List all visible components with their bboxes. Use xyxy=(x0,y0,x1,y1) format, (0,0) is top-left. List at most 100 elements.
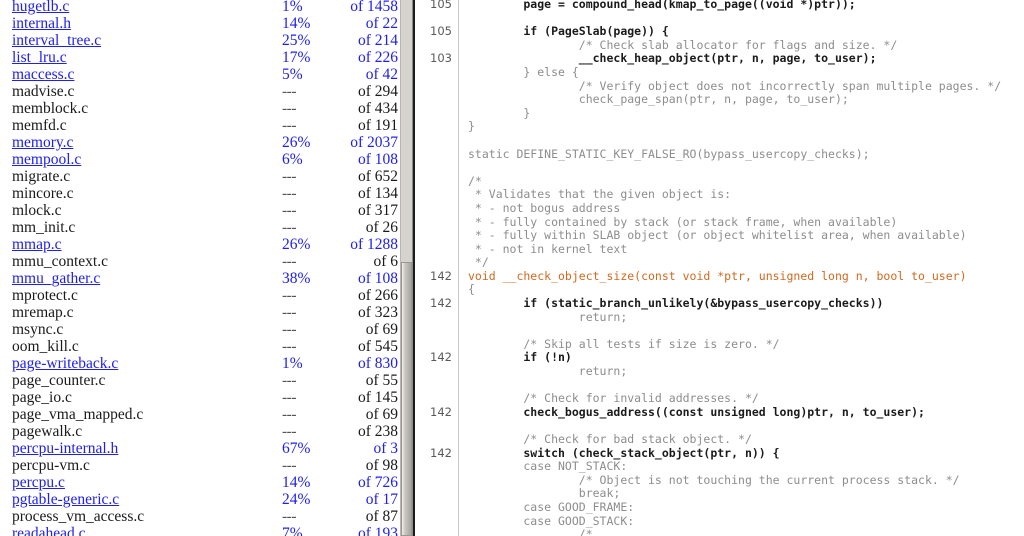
coverage-percent-cell: --- xyxy=(282,117,330,134)
file-link[interactable]: percpu-internal.h xyxy=(12,440,118,457)
file-link[interactable]: internal.h xyxy=(12,15,71,32)
line-hit-count xyxy=(423,515,459,529)
coverage-none-marker: --- xyxy=(282,389,296,406)
line-hit-count xyxy=(423,107,459,121)
file-link[interactable]: memory.c xyxy=(12,134,73,151)
file-list-row: readahead.c 7% of 193 xyxy=(0,525,400,536)
line-hit-count xyxy=(423,134,459,148)
line-hit-count xyxy=(423,243,459,257)
coverage-percent: 14% xyxy=(282,474,310,491)
line-hit-count xyxy=(423,202,459,216)
file-list-row: mmu_context.c---of 6 xyxy=(0,253,400,270)
source-line-text: /* Check slab allocator for flags and si… xyxy=(459,39,1024,53)
file-link[interactable]: mempool.c xyxy=(12,151,81,168)
source-line-row: { xyxy=(423,283,1024,297)
coverage-percent: 7% xyxy=(282,525,303,536)
coverage-none-marker: --- xyxy=(282,406,296,423)
source-line-row: } xyxy=(423,107,1024,121)
source-line-row: } else { xyxy=(423,66,1024,80)
source-line-text xyxy=(459,161,1024,175)
file-name-cell: memory.c xyxy=(0,134,282,151)
file-list-scrollbar-thumb[interactable] xyxy=(401,262,412,536)
line-hit-count xyxy=(423,365,459,379)
file-link[interactable]: page-writeback.c xyxy=(12,355,118,372)
file-list-row: interval_tree.c25%of 214 xyxy=(0,32,400,49)
total-lines: of 22 xyxy=(366,15,398,32)
file-name-cell: memfd.c xyxy=(0,117,282,134)
source-line-text: } xyxy=(459,107,1024,121)
source-line-row: case NOT_STACK: xyxy=(423,460,1024,474)
file-name-cell: hugetlb.c xyxy=(0,0,282,15)
file-name-static: migrate.c xyxy=(12,168,70,185)
total-lines: of 17 xyxy=(366,491,398,508)
line-hit-count xyxy=(423,460,459,474)
source-line-row: check_page_span(ptr, n, page, to_user); xyxy=(423,93,1024,107)
total-lines-cell: of 214 xyxy=(330,32,400,49)
source-line-text: check_bogus_address((const unsigned long… xyxy=(459,406,1024,420)
coverage-percent-cell: --- xyxy=(282,457,330,474)
file-list-row: mlock.c---of 317 xyxy=(0,202,400,219)
file-link[interactable]: pgtable-generic.c xyxy=(12,491,119,508)
file-link[interactable]: list_lru.c xyxy=(12,49,67,66)
source-line-row: /* Skip all tests if size is zero. */ xyxy=(423,338,1024,352)
total-lines-cell: of 3 xyxy=(330,440,400,457)
line-hit-count xyxy=(423,256,459,270)
total-lines: of 193 xyxy=(358,525,398,536)
file-list-scrollbar[interactable] xyxy=(400,0,413,536)
source-line-row xyxy=(423,419,1024,433)
line-hit-count xyxy=(423,311,459,325)
line-hit-count xyxy=(423,433,459,447)
coverage-percent-cell: --- xyxy=(282,423,330,440)
file-name-cell: mprotect.c xyxy=(0,287,282,304)
source-line-text xyxy=(459,134,1024,148)
file-link[interactable]: readahead.c xyxy=(12,525,86,536)
total-lines-cell: of 191 xyxy=(330,117,400,134)
file-list-row: maccess.c5%of 42 xyxy=(0,66,400,83)
file-link[interactable]: interval_tree.c xyxy=(12,32,101,49)
coverage-percent-cell: 26% xyxy=(282,236,330,253)
file-link[interactable]: percpu.c xyxy=(12,474,65,491)
coverage-percent: 24% xyxy=(282,491,310,508)
line-hit-count xyxy=(423,148,459,162)
source-line-row: /* Object is not touching the current pr… xyxy=(423,474,1024,488)
coverage-percent-cell: --- xyxy=(282,168,330,185)
coverage-percent: 38% xyxy=(282,270,310,287)
line-hit-count xyxy=(423,120,459,134)
source-line-row: break; xyxy=(423,487,1024,501)
total-lines: of 238 xyxy=(358,423,398,440)
source-line-text: __check_heap_object(ptr, n, page, to_use… xyxy=(459,52,1024,66)
file-name-static: process_vm_access.c xyxy=(12,508,144,525)
total-lines-cell: of 1458 xyxy=(330,0,400,15)
coverage-none-marker: --- xyxy=(282,100,296,117)
file-link[interactable]: maccess.c xyxy=(12,66,74,83)
file-name-cell: percpu.c xyxy=(0,474,282,491)
total-lines: of 2037 xyxy=(350,134,398,151)
source-line-row: case GOOD_STACK: xyxy=(423,515,1024,529)
file-link[interactable]: hugetlb.c xyxy=(12,0,69,15)
total-lines: of 3 xyxy=(373,440,398,457)
total-lines-cell: of 22 xyxy=(330,15,400,32)
line-hit-count xyxy=(423,161,459,175)
file-link[interactable]: mmu_gather.c xyxy=(12,270,100,287)
source-line-text xyxy=(459,379,1024,393)
file-list-row: memblock.c---of 434 xyxy=(0,100,400,117)
total-lines-cell: of 434 xyxy=(330,100,400,117)
file-name-static: mm_init.c xyxy=(12,219,75,236)
coverage-none-marker: --- xyxy=(282,202,296,219)
file-link[interactable]: mmap.c xyxy=(12,236,62,253)
total-lines-cell: of 108 xyxy=(330,151,400,168)
source-line-row: return; xyxy=(423,311,1024,325)
coverage-none-marker: --- xyxy=(282,185,296,202)
source-line-text: page = compound_head(kmap_to_page((void … xyxy=(459,0,1024,12)
coverage-percent-cell: --- xyxy=(282,219,330,236)
total-lines-cell: of 108 xyxy=(330,270,400,287)
total-lines-cell: of 652 xyxy=(330,168,400,185)
total-lines: of 266 xyxy=(358,287,398,304)
coverage-percent-cell: 67% xyxy=(282,440,330,457)
source-line-text: if (PageSlab(page)) { xyxy=(459,25,1024,39)
source-line-text: case NOT_STACK: xyxy=(459,460,1024,474)
source-line-text: * - not in kernel text xyxy=(459,243,1024,257)
file-name-cell: page-writeback.c xyxy=(0,355,282,372)
coverage-percent-cell: 24% xyxy=(282,491,330,508)
source-line-text: */ xyxy=(459,256,1024,270)
